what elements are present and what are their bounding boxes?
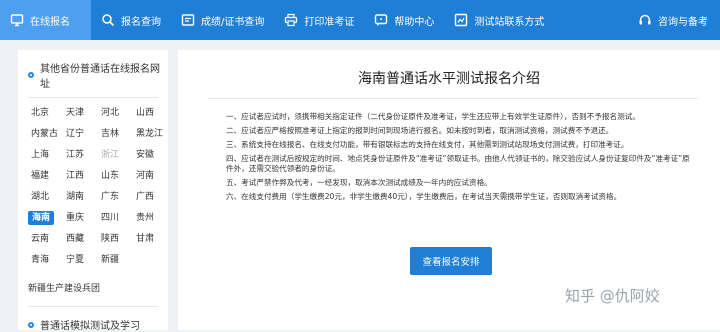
province-link[interactable]: 重庆 xyxy=(63,211,98,225)
nav-label: 在线报名 xyxy=(30,16,70,28)
divider xyxy=(28,97,158,98)
search-icon xyxy=(101,13,115,27)
province-link[interactable]: 安徽 xyxy=(133,148,168,162)
intro-paragraph: 六、在线支付费用（学生缴费20元，非学生缴费40元），学生缴费后，在考试当天需携… xyxy=(226,192,622,201)
nav-label: 打印准考证 xyxy=(304,16,355,28)
sidebar: 其他省份普通话在线报名网址 北京 天津 河北 山西内蒙古 辽宁 吉林 黑龙江上海 江苏 浙江 安徽… xyxy=(18,50,168,332)
province-link[interactable]: 江西 xyxy=(63,169,98,183)
province-link[interactable]: 青海 xyxy=(28,253,63,267)
nav-label: 报名查询 xyxy=(121,16,161,28)
nav-online-registration[interactable]: 在线报名 xyxy=(0,0,91,40)
contact-icon xyxy=(454,13,468,27)
nav-label: 咨询与备考 xyxy=(658,16,708,28)
province-link[interactable]: 西藏 xyxy=(63,232,98,246)
province-link-xjbt[interactable]: 新疆生产建设兵团 xyxy=(28,281,168,294)
province-link[interactable]: 海南 xyxy=(28,211,54,225)
province-link[interactable]: 上海 xyxy=(28,148,63,162)
divider xyxy=(208,98,698,99)
nav-label: 测试站联系方式 xyxy=(474,16,545,28)
province-link[interactable]: 广西 xyxy=(133,190,168,204)
watermark: 知乎 @仇阿姣 xyxy=(565,287,660,305)
monitor-icon xyxy=(10,13,24,27)
province-link[interactable]: 河北 xyxy=(98,106,133,120)
province-link[interactable]: 陕西 xyxy=(98,232,133,246)
certificate-icon xyxy=(181,13,195,27)
intro-paragraph: 二、应试者应严格按照准考证上指定的报到时间到现场进行报名。如未按时到者，取消测试… xyxy=(226,126,614,135)
page-title: 海南普通话水平测试报名介绍 xyxy=(358,71,540,87)
province-link[interactable]: 广东 xyxy=(98,190,133,204)
help-icon xyxy=(374,13,388,27)
province-link[interactable]: 宁夏 xyxy=(63,253,98,267)
province-link[interactable]: 福建 xyxy=(28,169,63,183)
sidebar-section-mock-test: 普通话模拟测试及学习 xyxy=(28,317,168,332)
nav-score-certificate-query[interactable]: 成绩/证书查询 xyxy=(171,0,274,40)
top-navbar: 在线报名 报名查询 成绩/证书查询 打印准考证 帮助中心 测试站联系方式 咨询与… xyxy=(0,0,720,40)
nav-label: 成绩/证书查询 xyxy=(201,16,265,28)
province-link[interactable]: 浙江 xyxy=(98,148,133,162)
intro-paragraph: 五、考试严禁作弊及代考，一经发现，取消本次测试成绩及一年内的应试资格。 xyxy=(226,178,492,187)
intro-paragraph: 一、应试者应试时，须携带相关指定证件（二代身份证原件及准考证，学生还应带上有效学… xyxy=(226,112,640,121)
nav-consult-prep[interactable]: 咨询与备考 xyxy=(628,0,720,40)
province-link[interactable]: 四川 xyxy=(98,211,133,225)
province-link[interactable]: 山西 xyxy=(133,106,168,120)
province-link[interactable]: 山东 xyxy=(98,169,133,183)
nav-label: 帮助中心 xyxy=(394,16,435,28)
intro-paragraph: 四、应试者在测试后按规定的时间、地点凭身份证原件及“准考证”领取证书。由他人代领… xyxy=(226,154,690,173)
province-link[interactable]: 内蒙古 xyxy=(28,127,63,141)
province-link[interactable]: 江苏 xyxy=(63,148,98,162)
province-link[interactable]: 河南 xyxy=(133,169,168,183)
province-link[interactable]: 新疆 xyxy=(98,253,133,267)
province-link[interactable]: 湖南 xyxy=(63,190,98,204)
province-link[interactable]: 辽宁 xyxy=(63,127,98,141)
province-link[interactable]: 云南 xyxy=(28,232,63,246)
province-link[interactable]: 甘肃 xyxy=(133,232,168,246)
province-link[interactable]: 湖北 xyxy=(28,190,63,204)
bullet-icon xyxy=(28,72,34,78)
intro-paragraph: 三、系统支持在线报名、在线支付功能，带有银联标志的支持在线支付，其他需到测试站现… xyxy=(226,140,629,149)
province-link[interactable]: 天津 xyxy=(63,106,98,120)
divider xyxy=(28,306,158,307)
province-link[interactable]: 北京 xyxy=(28,106,63,120)
headset-icon xyxy=(638,13,652,27)
printer-icon xyxy=(284,13,298,27)
nav-print-admission-ticket[interactable]: 打印准考证 xyxy=(274,0,364,40)
nav-help-center[interactable]: 帮助中心 xyxy=(364,0,444,40)
province-link[interactable]: 贵州 xyxy=(133,211,168,225)
province-grid: 北京 天津 河北 山西内蒙古 辽宁 吉林 黑龙江上海 江苏 浙江 安徽福建 江西 山东 河南湖北 湖南 广东… xyxy=(28,106,168,267)
nav-test-station-contact[interactable]: 测试站联系方式 xyxy=(444,0,554,40)
view-registration-schedule-button[interactable]: 查看报名安排 xyxy=(410,247,492,275)
intro-text: 一、应试者应试时，须携带相关指定证件（二代身份证原件及准考证，学生还应带上有效学… xyxy=(226,112,696,206)
province-link[interactable]: 吉林 xyxy=(98,127,133,141)
province-link[interactable]: 黑龙江 xyxy=(133,127,168,141)
bullet-icon xyxy=(28,321,34,328)
sidebar-title: 其他省份普通话在线报名网址 xyxy=(28,60,168,90)
nav-registration-query[interactable]: 报名查询 xyxy=(91,0,171,40)
